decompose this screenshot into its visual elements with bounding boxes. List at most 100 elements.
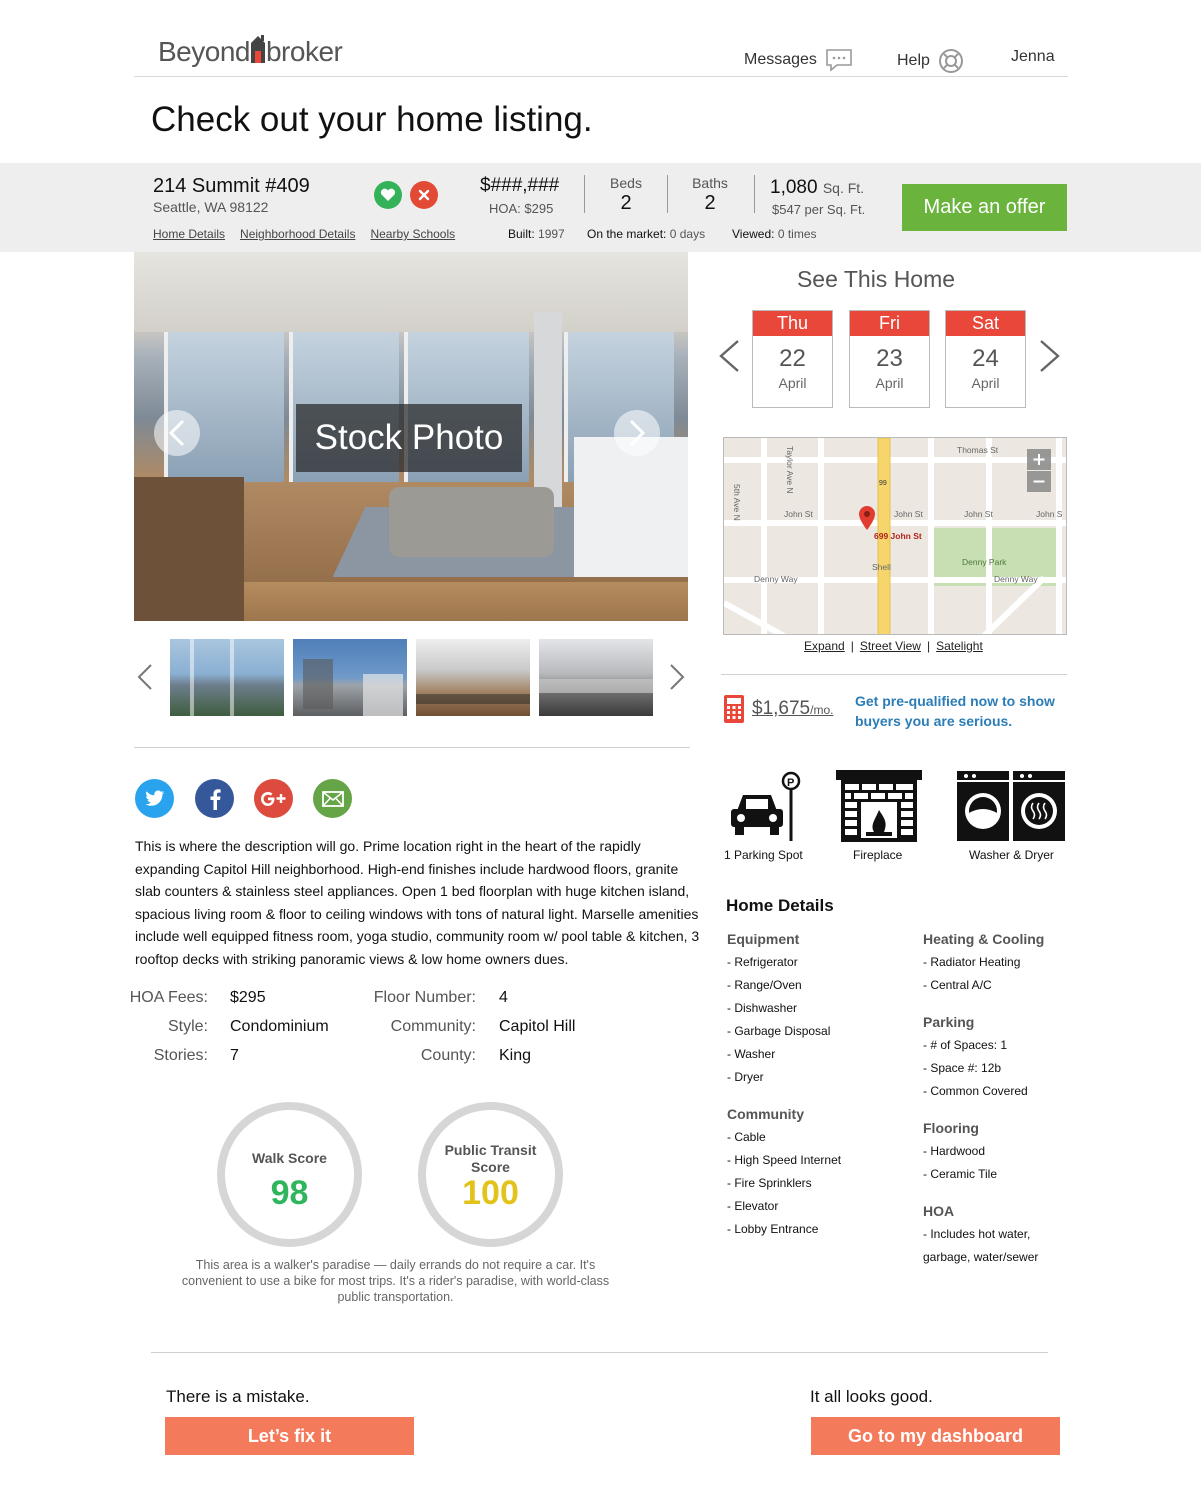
chevron-left-icon [168,419,185,447]
fact-value: $295 [230,989,266,1006]
days-on-market: On the market: 0 days [587,227,705,241]
make-offer-button[interactable]: Make an offer [902,184,1067,231]
beds-value: 2 [620,192,632,214]
detail-group: Flooring - Hardwood - Ceramic Tile [923,1120,1044,1189]
fix-listing-button[interactable]: Let’s fix it [165,1417,414,1455]
chat-icon [826,49,852,72]
viewed-label: Viewed: [732,227,775,241]
dashboard-button[interactable]: Go to my dashboard [811,1417,1060,1455]
sqft: 1,080 Sq. Ft. [770,177,864,199]
lifebuoy-icon [938,49,963,73]
map-street-label: Thomas St [957,445,999,455]
detail-group-spacer [923,1000,1044,1014]
logo-text-left: Beyond [158,36,250,67]
transit-title-line1: Public Transit [444,1142,537,1158]
share-twitter-button[interactable] [135,779,174,818]
nav-help-label: Help [897,52,930,69]
twitter-icon [145,790,164,806]
calendar-next-icon[interactable] [1037,338,1063,374]
share-email-button[interactable] [313,779,352,818]
location-map[interactable]: Thomas St John St John St John St John S… [723,437,1067,635]
link-home-details[interactable]: Home Details [153,227,225,241]
favorite-button[interactable] [374,181,402,209]
transit-title-line2: Score [471,1159,510,1175]
detail-item: - Garbage Disposal [727,1024,831,1038]
thumbnail[interactable] [170,639,284,716]
fact-value: Capitol Hill [499,1018,576,1035]
nav-messages[interactable]: Messages [744,48,853,72]
map-street-label: John St [784,509,813,519]
walk-score-title: Walk Score [252,1150,327,1166]
score-description: This area is a walker's paradise — daily… [181,1258,610,1304]
divider [151,1352,1048,1353]
mortgage-estimate-link[interactable]: $1,675/mo. [752,698,833,720]
day-month: April [875,375,904,391]
listing-summary-bar: 214 Summit #409 Seattle, WA 98122 $###,#… [0,163,1201,252]
detail-item: - Lobby Entrance [727,1222,819,1236]
fact-value: 7 [230,1047,239,1064]
logo[interactable]: Beyond broker [158,35,343,68]
mistake-prompt: There is a mistake. [166,1387,310,1406]
photo-next-button[interactable] [614,410,660,456]
market-value: 0 days [669,227,706,241]
listing-section-links: Home Details Neighborhood Details Nearby… [153,227,455,241]
thumbnail[interactable] [539,639,653,716]
thumbnails-next-icon[interactable] [668,663,686,691]
nav-user-menu[interactable]: Jenna [1011,48,1055,66]
nav-help[interactable]: Help [897,48,964,74]
share-googleplus-button[interactable] [254,779,293,818]
share-facebook-button[interactable] [195,779,234,818]
day-card[interactable]: Thu 22 April [752,310,833,408]
day-of-week: Thu [753,311,832,336]
walk-score-value: 98 [270,1174,309,1212]
address-line1: 214 Summit #409 [153,175,310,197]
link-separator: | [850,639,854,653]
day-card[interactable]: Fri 23 April [849,310,930,408]
divider [721,674,1067,675]
detail-item: - Range/Oven [727,978,802,992]
map-expand-link[interactable]: Expand [804,639,845,653]
link-neighborhood-details[interactable]: Neighborhood Details [240,227,355,241]
map-zoom-in-icon[interactable] [1027,449,1051,470]
photo-ceiling [134,252,688,332]
listing-hoa: HOA: $295 [489,201,554,216]
thumbnail[interactable] [293,639,407,716]
calendar-prev-icon[interactable] [716,338,742,374]
photo-prev-button[interactable] [154,410,200,456]
detail-group-heading: Parking [923,1014,975,1030]
close-icon [418,189,430,201]
map-street-label: Taylor Ave N [785,446,795,494]
day-number: 22 [779,345,806,372]
calculator-icon [724,695,744,723]
map-street-view-link[interactable]: Street View [860,639,921,653]
nav-messages-label: Messages [744,51,817,68]
map-street-label: John S [1036,509,1063,519]
map-zoom-out-icon[interactable] [1027,471,1051,492]
detail-item: - Space #: 12b [923,1061,1002,1075]
home-details-title: Home Details [726,896,834,915]
day-number: 23 [876,345,903,372]
chevron-right-icon [629,419,646,447]
link-nearby-schools[interactable]: Nearby Schools [370,227,455,241]
dismiss-button[interactable] [410,181,438,209]
day-card[interactable]: Sat 24 April [945,310,1026,408]
map-street-label: 5th Ave N [732,484,742,521]
map-satellite-link[interactable]: Satelight [936,639,983,653]
built-year: Built: 1997 [508,227,565,241]
viewed-value: 0 times [777,227,817,241]
detail-group-spacer [727,1092,841,1106]
fireplace-icon [836,770,922,842]
parking-icon: P [731,771,801,841]
map-canvas: Thomas St John St John St John St John S… [724,438,1066,634]
thumbnails-prev-icon[interactable] [136,663,154,691]
detail-item: garbage, water/sewer [923,1250,1039,1264]
map-pin-label: 699 John St [874,531,922,541]
prequalify-link[interactable]: Get pre-qualified now to show buyers you… [855,691,1070,731]
heart-icon [380,188,396,201]
see-home-title: See This Home [796,266,956,292]
day-of-week: Fri [850,311,929,336]
mortgage-amount: $1,675 [752,698,811,719]
detail-item: - # of Spaces: 1 [923,1038,1008,1052]
sqft-value: 1,080 [770,177,818,198]
thumbnail[interactable] [416,639,530,716]
